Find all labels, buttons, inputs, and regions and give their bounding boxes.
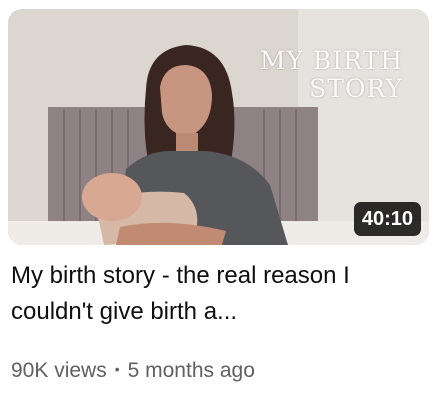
publish-date: 5 months ago xyxy=(127,359,255,382)
thumbnail-overlay-text: MY BIRTH STORY xyxy=(259,46,403,103)
video-card[interactable]: MY BIRTH STORY 40:10 My birth story - th… xyxy=(0,0,433,397)
view-count: 90K views xyxy=(11,359,107,382)
separator-dot: • xyxy=(114,361,120,377)
video-thumbnail[interactable]: MY BIRTH STORY 40:10 xyxy=(8,9,429,245)
video-title[interactable]: My birth story - the real reason I could… xyxy=(11,258,411,330)
duration-badge: 40:10 xyxy=(353,202,421,236)
video-metadata: 90K views • 5 months ago xyxy=(11,355,255,385)
